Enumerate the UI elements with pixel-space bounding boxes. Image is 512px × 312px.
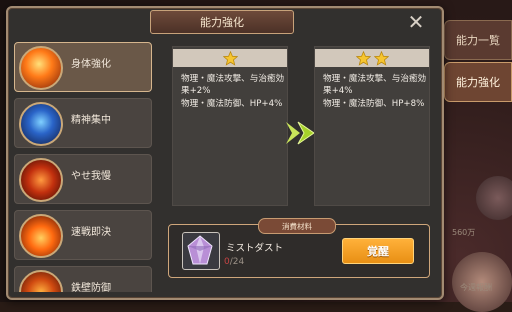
current-level-card: 物理・魔法攻撃、与治癒効果+2% 物理・魔法防御、HP+4% xyxy=(172,46,288,206)
skill-item-physical[interactable]: 身体強化 xyxy=(14,42,152,92)
skill-name: 速戦即決 xyxy=(71,227,111,238)
star-icon xyxy=(373,50,389,66)
current-star-row xyxy=(173,49,287,67)
arrow-right-icon xyxy=(286,121,315,145)
star-icon xyxy=(355,50,371,66)
next-effect-defense: 物理・魔法防御、HP+8% xyxy=(323,99,425,109)
dialog-title: 能力強化 xyxy=(150,10,294,34)
skill-name: 精神集中 xyxy=(71,115,111,126)
background-bottom-label: 今週報酬 xyxy=(460,283,492,292)
close-icon: ✕ xyxy=(407,10,425,34)
awaken-button[interactable]: 覚醒 xyxy=(342,238,414,264)
skill-item-endurance[interactable]: やせ我慢 xyxy=(14,154,152,204)
fire-shield-icon xyxy=(19,270,63,292)
skill-item-spirit[interactable]: 精神集中 xyxy=(14,98,152,148)
material-name: ミストダスト xyxy=(226,243,284,254)
close-button[interactable]: ✕ xyxy=(406,12,426,32)
flame-burst-icon xyxy=(19,214,63,258)
material-section-text: 消費材料 xyxy=(282,221,312,231)
current-effect-attack: 物理・魔法攻撃、与治癒効果+2% xyxy=(181,74,285,96)
skill-list[interactable]: 身体強化 精神集中 やせ我慢 速戦即決 鉄壁防御 xyxy=(14,42,156,292)
skill-name: やせ我慢 xyxy=(71,171,111,182)
material-slot[interactable] xyxy=(182,232,220,270)
material-required: /24 xyxy=(229,257,245,267)
background-value-label: 560万 xyxy=(452,228,476,237)
material-section-label: 消費材料 xyxy=(258,218,336,234)
next-level-card: 物理・魔法攻撃、与治癒効果+4% 物理・魔法防御、HP+8% xyxy=(314,46,430,206)
star-icon xyxy=(222,50,238,66)
background-coin-icon xyxy=(476,176,512,220)
crystal-icon xyxy=(187,235,213,265)
tab-label: 能力強化 xyxy=(456,76,500,89)
dialog-title-text: 能力強化 xyxy=(200,16,244,29)
material-count: 0/24 xyxy=(224,257,244,267)
skill-item-defense[interactable]: 鉄壁防御 xyxy=(14,266,152,292)
phoenix-icon xyxy=(19,158,63,202)
spirit-icon xyxy=(19,102,63,146)
next-star-row xyxy=(315,49,429,67)
current-effect-defense: 物理・魔法防御、HP+4% xyxy=(181,99,283,109)
tab-ability-list[interactable]: 能力一覧 xyxy=(444,20,512,60)
skill-item-quick-battle[interactable]: 速戦即決 xyxy=(14,210,152,260)
skill-name: 鉄壁防御 xyxy=(71,283,111,292)
fire-bird-icon xyxy=(19,46,63,90)
skill-name: 身体強化 xyxy=(71,59,111,70)
next-effect-attack: 物理・魔法攻撃、与治癒効果+4% xyxy=(323,74,427,96)
tab-label: 能力一覧 xyxy=(456,34,500,47)
awaken-label: 覚醒 xyxy=(367,245,389,258)
tab-ability-enhance[interactable]: 能力強化 xyxy=(444,62,512,102)
